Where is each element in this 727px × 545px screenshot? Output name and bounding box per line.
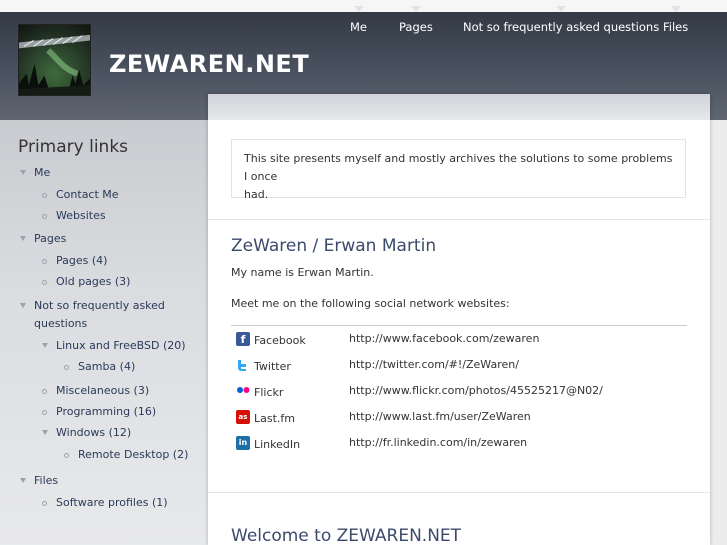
social-table: f Facebook http://www.facebook.com/zewar…	[231, 325, 687, 451]
circle-bullet-icon	[42, 389, 47, 394]
social-intro-paragraph: Meet me on the following social network …	[231, 297, 510, 310]
circle-bullet-icon	[64, 453, 69, 458]
nav-marker-icon	[670, 6, 681, 12]
sidebar-item-linux-freebsd[interactable]: Linux and FreeBSD (20)	[42, 337, 186, 355]
social-row-lastfm: as Last.fm http://www.last.fm/user/ZeWar…	[231, 406, 687, 432]
nav-marker-icon	[353, 6, 364, 12]
circle-bullet-icon	[42, 280, 47, 285]
sidebar-item-software-profiles[interactable]: Software profiles (1)	[42, 494, 168, 512]
expanded-triangle-icon	[42, 430, 48, 435]
expanded-triangle-icon	[20, 478, 26, 483]
sidebar-item-programming[interactable]: Programming (16)	[42, 403, 156, 421]
nav-marker-icon	[556, 6, 567, 12]
sidebar-item-old-pages[interactable]: Old pages (3)	[42, 273, 130, 291]
intro-paragraph: My name is Erwan Martin.	[231, 266, 374, 279]
linkedin-icon: in	[236, 436, 250, 450]
sidebar-item-contact-me[interactable]: Contact Me	[42, 186, 119, 204]
sidebar-item-faq[interactable]: Not so frequently asked questions	[20, 297, 165, 333]
social-name: Twitter	[254, 360, 291, 373]
social-link-flickr[interactable]: http://www.flickr.com/photos/45525217@N0…	[349, 384, 603, 397]
social-name: Facebook	[254, 334, 306, 347]
site-name[interactable]: ZEWAREN.NET	[109, 50, 309, 78]
circle-bullet-icon	[42, 410, 47, 415]
expanded-triangle-icon	[42, 343, 48, 348]
divider	[208, 219, 710, 220]
social-name: Last.fm	[254, 412, 295, 425]
nav-item-files[interactable]: Files	[663, 6, 688, 34]
circle-bullet-icon	[42, 501, 47, 506]
expanded-triangle-icon	[20, 170, 26, 175]
sidebar-item-remote-desktop[interactable]: Remote Desktop (2)	[64, 446, 188, 464]
social-link-linkedin[interactable]: http://fr.linkedin.com/in/zewaren	[349, 436, 527, 449]
flickr-icon	[236, 384, 250, 398]
circle-bullet-icon	[42, 214, 47, 219]
sidebar-item-miscelaneous[interactable]: Miscelaneous (3)	[42, 382, 149, 400]
social-link-facebook[interactable]: http://www.facebook.com/zewaren	[349, 332, 539, 345]
sidebar-item-websites[interactable]: Websites	[42, 207, 106, 225]
sidebar-title: Primary links	[18, 137, 129, 157]
content-top-bar	[208, 94, 710, 120]
social-name: Flickr	[254, 386, 284, 399]
expanded-triangle-icon	[20, 236, 26, 241]
sidebar-item-samba[interactable]: Samba (4)	[64, 358, 135, 376]
circle-bullet-icon	[64, 365, 69, 370]
intro-text: had.	[244, 188, 269, 201]
social-link-twitter[interactable]: http://twitter.com/#!/ZeWaren/	[349, 358, 519, 371]
facebook-icon: f	[236, 332, 250, 346]
sidebar-item-files[interactable]: Files	[20, 472, 58, 490]
intro-text: This site presents myself and mostly arc…	[244, 152, 673, 183]
social-row-facebook: f Facebook http://www.facebook.com/zewar…	[231, 328, 687, 354]
expanded-triangle-icon	[20, 303, 26, 308]
sidebar-item-pages[interactable]: Pages	[20, 230, 66, 248]
main-nav: Me Pages Not so frequently asked questio…	[0, 0, 727, 40]
social-name: LinkedIn	[254, 438, 301, 451]
sidebar: Primary links Me Contact Me Websites Pag…	[0, 120, 208, 545]
twitter-icon	[236, 358, 250, 372]
section-title-zewaren[interactable]: ZeWaren / Erwan Martin	[231, 236, 436, 256]
nav-item-me[interactable]: Me	[350, 6, 367, 34]
social-row-twitter: Twitter http://twitter.com/#!/ZeWaren/	[231, 354, 687, 380]
nav-item-pages[interactable]: Pages	[399, 6, 433, 34]
main-content: This site presents myself and mostly arc…	[208, 94, 710, 545]
social-row-flickr: Flickr http://www.flickr.com/photos/4552…	[231, 380, 687, 406]
nav-item-faq[interactable]: Not so frequently asked questions	[463, 6, 659, 34]
circle-bullet-icon	[42, 259, 47, 264]
intro-box: This site presents myself and mostly arc…	[231, 139, 686, 201]
circle-bullet-icon	[42, 193, 47, 198]
divider	[208, 492, 710, 493]
lastfm-icon: as	[236, 410, 250, 424]
nav-marker-icon	[410, 6, 421, 12]
social-link-lastfm[interactable]: http://www.last.fm/user/ZeWaren	[349, 410, 531, 423]
sidebar-item-pages-4[interactable]: Pages (4)	[42, 252, 107, 270]
sidebar-item-me[interactable]: Me	[20, 164, 50, 182]
sidebar-item-windows[interactable]: Windows (12)	[42, 424, 131, 442]
social-row-linkedin: in LinkedIn http://fr.linkedin.com/in/ze…	[231, 432, 687, 458]
section-title-welcome[interactable]: Welcome to ZEWAREN.NET	[231, 526, 461, 545]
